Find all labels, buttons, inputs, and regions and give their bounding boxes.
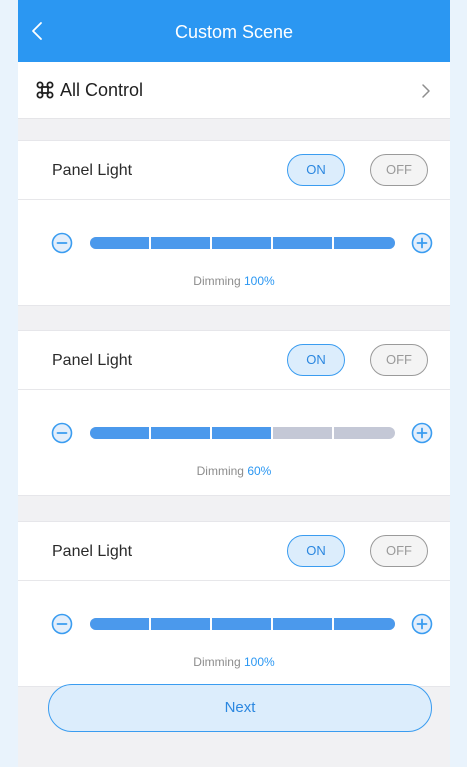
slider-divider [271,618,273,630]
dimming-fill [90,618,395,630]
light-card: Panel Light ON OFF Dimming [18,140,450,306]
light-card: Panel Light ON OFF Dimming [18,521,450,687]
dimming-control: Dimming 100% [18,581,450,686]
phone-screen: Custom Scene All Control Panel Light ON … [18,0,450,767]
on-button[interactable]: ON [287,535,345,567]
dimming-label: Dimming [193,274,241,288]
off-button[interactable]: OFF [370,344,428,376]
minus-icon[interactable] [51,422,73,444]
slider-divider [271,237,273,249]
dimming-slider[interactable] [90,427,395,439]
command-icon [36,81,54,99]
dimming-label: Dimming [193,655,241,669]
all-control-row[interactable]: All Control [18,62,450,119]
minus-icon[interactable] [51,613,73,635]
all-control-label: All Control [60,80,144,100]
dimming-readout: Dimming 60% [18,463,450,479]
slider-divider [210,237,212,249]
dimming-value: 100% [243,655,275,669]
chevron-right-icon [422,84,430,98]
dimming-readout: Dimming 100% [18,273,450,289]
card-header: Panel Light ON OFF [18,522,450,581]
light-card: Panel Light ON OFF Dimming [18,330,450,496]
card-header: Panel Light ON OFF [18,141,450,200]
slider-divider [332,427,334,439]
dimming-readout: Dimming 100% [18,654,450,670]
plus-icon[interactable] [411,422,433,444]
light-name: Panel Light [52,352,133,369]
slider-divider [149,237,151,249]
card-header: Panel Light ON OFF [18,331,450,390]
dimming-slider[interactable] [90,237,395,249]
dimming-value: 100% [243,274,275,288]
minus-icon[interactable] [51,232,73,254]
dimming-fill [90,427,273,439]
slider-divider [149,618,151,630]
dimming-control: Dimming 100% [18,200,450,305]
off-button[interactable]: OFF [370,154,428,186]
dimming-value: 60% [247,464,272,478]
slider-divider [210,427,212,439]
dimming-label: Dimming [196,464,244,478]
page-title: Custom Scene [174,22,294,42]
on-button[interactable]: ON [287,154,345,186]
dimming-control: Dimming 60% [18,390,450,495]
light-name: Panel Light [52,543,133,560]
slider-divider [149,427,151,439]
dimming-fill [90,237,395,249]
app-header: Custom Scene [18,0,450,62]
slider-divider [332,237,334,249]
off-button[interactable]: OFF [370,535,428,567]
light-name: Panel Light [52,162,133,179]
dimming-slider[interactable] [90,618,395,630]
plus-icon[interactable] [411,613,433,635]
footer: Next [18,682,450,736]
slider-divider [332,618,334,630]
plus-icon[interactable] [411,232,433,254]
on-button[interactable]: ON [287,344,345,376]
next-button[interactable]: Next [48,684,432,732]
slider-divider [271,427,273,439]
slider-divider [210,618,212,630]
